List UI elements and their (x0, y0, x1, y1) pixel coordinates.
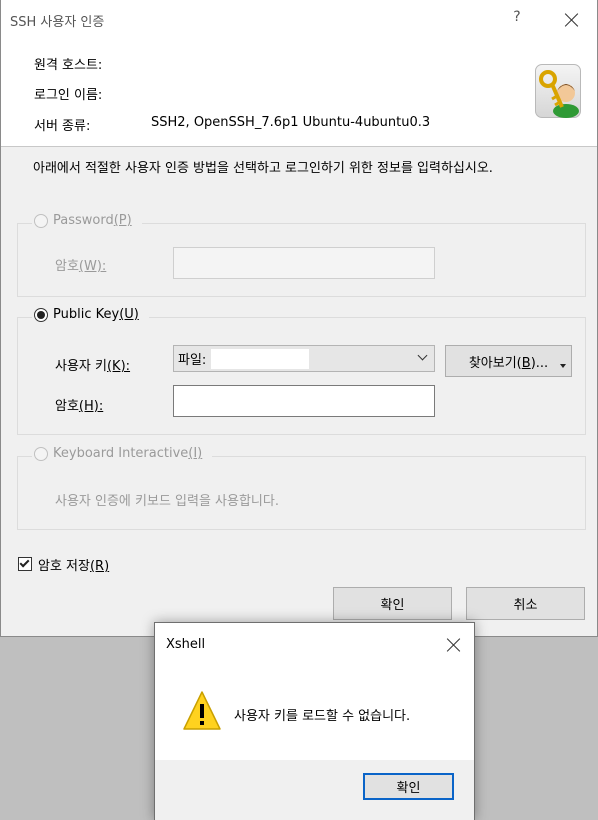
error-dialog: Xshell 사용자 키를 로드할 수 없습니다. 확인 (154, 622, 475, 820)
keyboard-interactive-radio[interactable] (34, 446, 48, 461)
public-key-radio-option[interactable]: Public Key(U) (32, 307, 149, 322)
login-name-label: 로그인 이름: (34, 88, 103, 103)
title-bar: SSH 사용자 인증 ? (1, 0, 597, 40)
close-icon (561, 9, 583, 31)
error-close-button[interactable] (443, 634, 465, 656)
browse-button[interactable]: 찾아보기(B)... (445, 345, 572, 377)
error-message: 사용자 키를 로드할 수 없습니다. (234, 709, 411, 724)
user-key-prefix: 파일: (178, 353, 207, 368)
password-radio-label: Password (53, 213, 114, 228)
user-key-label: 사용자 키(K): (55, 359, 131, 374)
keyboard-interactive-label: Keyboard Interactive (53, 446, 189, 461)
error-dialog-title: Xshell (166, 637, 206, 652)
dropdown-arrow-icon (560, 364, 566, 368)
server-type-label: 서버 종류: (34, 119, 91, 134)
keyboard-interactive-accel: (I) (188, 446, 203, 461)
public-key-radio-accel: (U) (119, 307, 139, 322)
passphrase-label: 암호(H): (55, 399, 104, 414)
error-ok-button[interactable]: 확인 (363, 773, 454, 800)
server-type-value: SSH2, OpenSSH_7.6p1 Ubuntu-4ubuntu0.3 (151, 115, 431, 130)
close-icon (443, 634, 465, 656)
password-radio[interactable] (34, 213, 48, 228)
instructions-text: 아래에서 적절한 사용자 인증 방법을 선택하고 로그인하기 위한 정보를 입력… (33, 161, 493, 176)
save-password-checkbox[interactable] (18, 557, 32, 571)
password-radio-option[interactable]: Password(P) (32, 213, 142, 228)
chevron-down-icon (417, 350, 428, 361)
cancel-button[interactable]: 취소 (466, 587, 585, 620)
public-key-radio-label: Public Key (53, 307, 120, 322)
connection-info: 원격 호스트: 로그인 이름: 서버 종류: SSH2, OpenSSH_7.6… (1, 40, 597, 147)
save-password-label[interactable]: 암호 저장(R) (38, 555, 109, 574)
password-input[interactable] (173, 247, 435, 279)
password-group: Password(P) 암호(W): (17, 213, 586, 297)
error-dialog-footer: 확인 (155, 760, 474, 820)
user-key-icon (535, 64, 581, 118)
keyboard-interactive-description: 사용자 인증에 키보드 입력을 사용합니다. (55, 494, 279, 509)
dialog-title: SSH 사용자 인증 (10, 15, 105, 30)
password-field-label: 암호(W): (55, 259, 107, 274)
passphrase-input[interactable] (173, 385, 435, 417)
public-key-group: Public Key(U) 사용자 키(K): 파일: 찾아보기(B)... 암… (17, 307, 586, 435)
password-radio-accel: (P) (113, 213, 132, 228)
user-key-file-value (211, 348, 310, 369)
help-button[interactable]: ? (507, 9, 527, 29)
ok-button[interactable]: 확인 (333, 587, 452, 620)
close-button[interactable] (561, 9, 583, 31)
warning-icon (182, 690, 222, 736)
public-key-radio[interactable] (34, 307, 48, 322)
remote-host-label: 원격 호스트: (34, 58, 103, 73)
keyboard-interactive-radio-option[interactable]: Keyboard Interactive(I) (32, 446, 213, 461)
browse-button-label: 찾아보기(B)... (468, 355, 549, 371)
user-key-select[interactable]: 파일: (173, 345, 435, 372)
keyboard-interactive-group: Keyboard Interactive(I) 사용자 인증에 키보드 입력을 … (17, 446, 586, 530)
ssh-auth-dialog: SSH 사용자 인증 ? 원격 호스트: 로그인 이름: 서버 종류: SSH2… (0, 0, 598, 637)
checkmark-icon (19, 557, 30, 568)
